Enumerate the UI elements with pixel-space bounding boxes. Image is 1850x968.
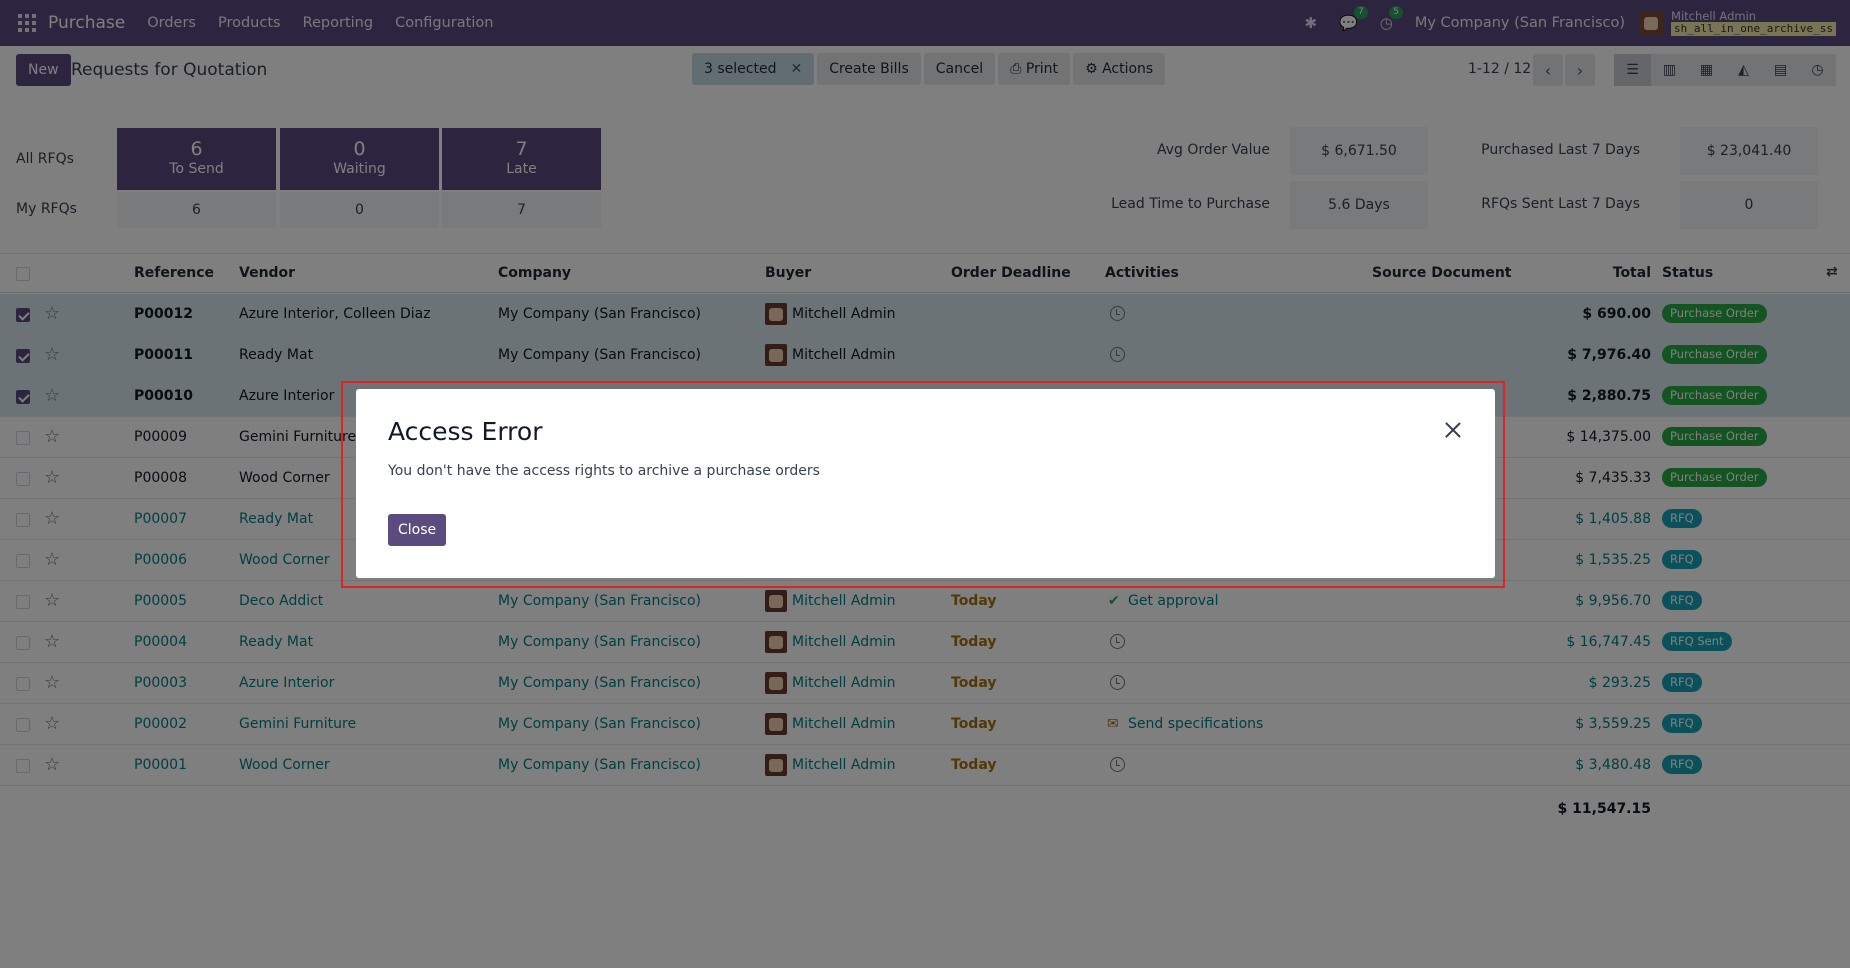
dialog-message: You don't have the access rights to arch…: [388, 463, 820, 479]
close-button[interactable]: Close: [388, 514, 447, 546]
access-error-dialog: Access Error You don't have the access r…: [356, 389, 1495, 578]
close-icon[interactable]: [1444, 421, 1462, 439]
dialog-title: Access Error: [388, 417, 543, 446]
